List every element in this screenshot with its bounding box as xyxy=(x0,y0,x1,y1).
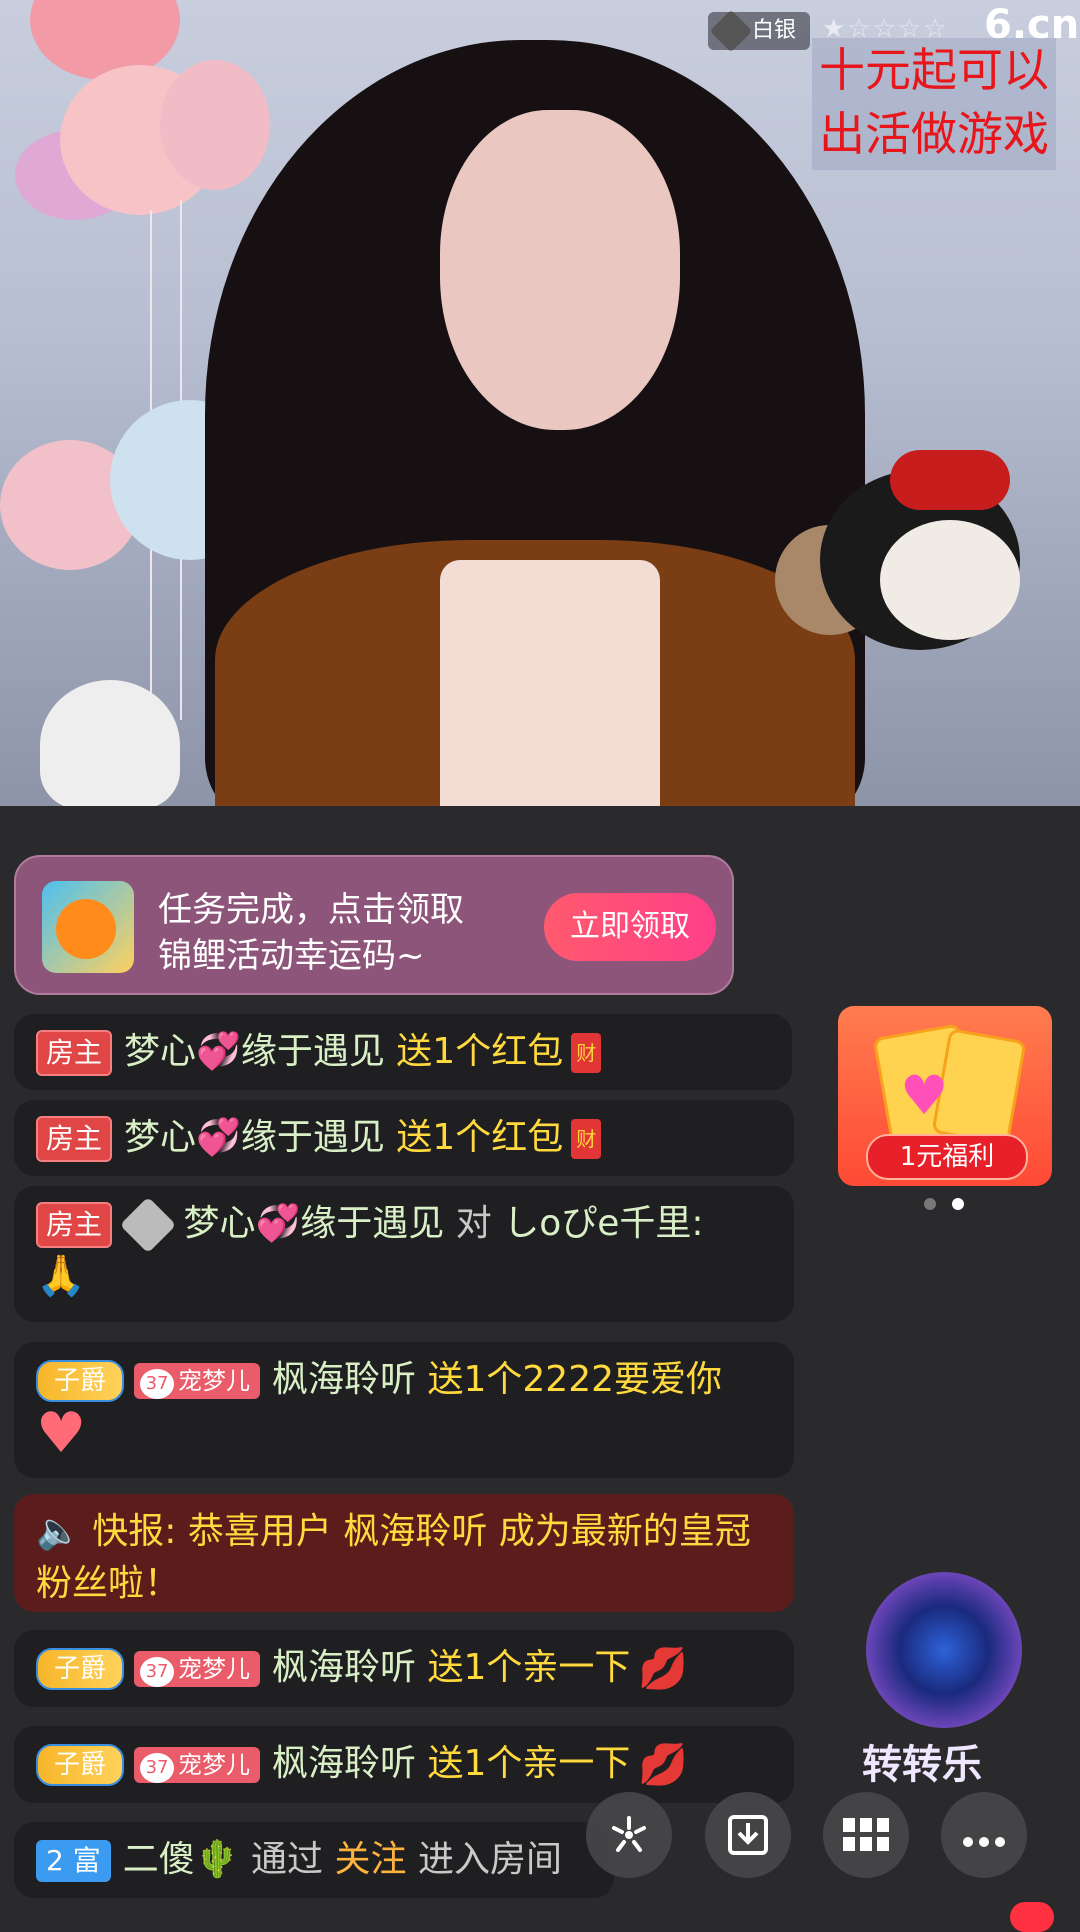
gift-text: 送1个红包 xyxy=(396,1117,564,1158)
wealth-label: 富 xyxy=(72,1844,101,1877)
chat-message: 子爵 37 宠梦儿 枫海聆听 送1个亲一下 💋 xyxy=(14,1726,794,1803)
gift-text: 送1个2222要爱你 xyxy=(427,1359,723,1400)
welfare-promo-widget[interactable]: ♥ 1元福利 xyxy=(838,1006,1052,1186)
host-tag: 房主 xyxy=(36,1202,113,1248)
kiss-gift-icon: 💋 xyxy=(638,1742,689,1788)
chat-message: 房主 梦心💞缘于遇见 对 しoぴe千里: 🙏 xyxy=(14,1186,794,1322)
heart-icon: ♥ xyxy=(900,1064,949,1127)
noble-rank-tag: 子爵 xyxy=(36,1360,125,1402)
level-badge-text: 白银 xyxy=(752,18,797,43)
chat-message: 子爵 37 宠梦儿 枫海聆听 送1个亲一下 💋 xyxy=(14,1630,794,1707)
pray-emoji-icon: 🙏 xyxy=(36,1253,86,1299)
apps-grid-button[interactable] xyxy=(823,1792,909,1878)
chat-username[interactable]: 二傻🌵 xyxy=(123,1839,240,1880)
notification-badge xyxy=(1010,1902,1054,1932)
entry-message: 2 富二傻🌵 通过 关注 进入房间 xyxy=(14,1822,614,1898)
fan-club-name: 宠梦儿 xyxy=(178,1655,251,1683)
overlay-note-line1: 十元起可以 xyxy=(819,43,1049,97)
grid-icon xyxy=(843,1818,889,1851)
bunny-plush xyxy=(40,680,180,806)
streamer-level-badge: 白银 xyxy=(708,9,811,53)
fan-club-tag: 37 宠梦儿 xyxy=(134,1651,261,1687)
fan-club-name: 宠梦儿 xyxy=(178,1751,251,1779)
gift-text: 送1个红包 xyxy=(396,1031,564,1072)
download-icon xyxy=(728,1815,768,1855)
plush-toy-bow xyxy=(890,450,1010,510)
claim-button[interactable]: 立即领取 xyxy=(544,893,716,961)
fan-level: 37 xyxy=(140,1753,175,1783)
fan-level: 37 xyxy=(140,1657,175,1687)
streamer-shirt xyxy=(440,560,660,806)
chat-message: 房主 梦心💞缘于遇见 送1个红包财 xyxy=(14,1100,794,1176)
chat-username[interactable]: 枫海聆听 xyxy=(272,1647,416,1688)
gift-text: 送1个亲一下 xyxy=(427,1743,631,1784)
chat-connector: 对 xyxy=(455,1203,492,1244)
streamer-face xyxy=(440,110,680,430)
entry-post-text: 进入房间 xyxy=(417,1839,562,1880)
wealth-level-tag: 2 富 xyxy=(36,1840,111,1882)
announcement-label: 快报: xyxy=(92,1511,177,1552)
more-button[interactable] xyxy=(941,1792,1027,1878)
fan-club-tag: 37 宠梦儿 xyxy=(134,1747,261,1783)
fan-club-tag: 37 宠梦儿 xyxy=(134,1363,261,1399)
entry-follow-text: 关注 xyxy=(334,1839,407,1880)
task-complete-banner[interactable]: 任务完成，点击领取 锦鲤活动幸运码~ 立即领取 xyxy=(14,855,734,995)
live-video[interactable]: 白银 ★☆☆☆☆ 6.cn 十元起可以 出活做游戏 xyxy=(0,0,1080,806)
noble-rank-tag: 子爵 xyxy=(36,1648,125,1690)
plush-toy-face xyxy=(880,520,1020,640)
chat-target-user[interactable]: しoぴe千里: xyxy=(503,1203,703,1244)
lucky-wheel-widget[interactable] xyxy=(866,1572,1022,1728)
overlay-note-line2: 出活做游戏 xyxy=(819,107,1049,161)
gift-text: 送1个亲一下 xyxy=(427,1647,631,1688)
chat-username[interactable]: 枫海聆听 xyxy=(272,1743,416,1784)
fan-club-name: 宠梦儿 xyxy=(178,1367,251,1395)
rank-gem-icon xyxy=(119,1196,177,1254)
wealth-level: 2 xyxy=(46,1844,64,1877)
chat-message: 房主 梦心💞缘于遇见 送1个红包财 xyxy=(14,1014,792,1090)
noble-rank-tag: 子爵 xyxy=(36,1744,125,1786)
announcement-message: 🔈 快报: 恭喜用户 枫海聆听 成为最新的皇冠粉丝啦！ xyxy=(14,1494,794,1612)
share-button[interactable] xyxy=(586,1792,672,1878)
more-icon xyxy=(963,1837,1005,1847)
host-tag: 房主 xyxy=(36,1116,113,1162)
carousel-dot-active[interactable] xyxy=(952,1198,964,1210)
task-message: 任务完成，点击领取 锦鲤活动幸运码~ xyxy=(158,887,464,979)
red-envelope-icon: 财 xyxy=(571,1119,602,1159)
fan-level: 37 xyxy=(140,1369,175,1399)
welfare-label: 1元福利 xyxy=(866,1134,1028,1180)
chat-username[interactable]: 梦心💞缘于遇见 xyxy=(124,1117,385,1158)
share-icon xyxy=(612,1816,646,1852)
task-message-line1: 任务完成，点击领取 xyxy=(158,890,464,930)
gem-icon xyxy=(709,9,753,53)
speaker-icon: 🔈 xyxy=(36,1511,81,1552)
chat-username[interactable]: 枫海聆听 xyxy=(272,1359,416,1400)
chat-username[interactable]: 梦心💞缘于遇见 xyxy=(183,1203,444,1244)
download-button[interactable] xyxy=(705,1792,791,1878)
kiss-gift-icon: 💋 xyxy=(638,1646,689,1692)
task-message-line2: 锦鲤活动幸运码~ xyxy=(158,936,425,976)
heart-gift-icon: ♥ xyxy=(36,1401,87,1466)
carousel-dot[interactable] xyxy=(924,1198,936,1210)
chat-message: 子爵 37 宠梦儿 枫海聆听 送1个2222要爱你 ♥ xyxy=(14,1342,794,1478)
balloon-decor xyxy=(160,60,270,190)
red-envelope-icon: 财 xyxy=(571,1033,602,1073)
host-tag: 房主 xyxy=(36,1030,113,1076)
lucky-koi-icon xyxy=(42,881,134,973)
stream-overlay-note: 十元起可以 出活做游戏 xyxy=(812,38,1056,170)
lucky-wheel-label[interactable]: 转转乐 xyxy=(862,1732,982,1790)
chat-username[interactable]: 梦心💞缘于遇见 xyxy=(124,1031,385,1072)
entry-pre-text: 通过 xyxy=(251,1839,324,1880)
